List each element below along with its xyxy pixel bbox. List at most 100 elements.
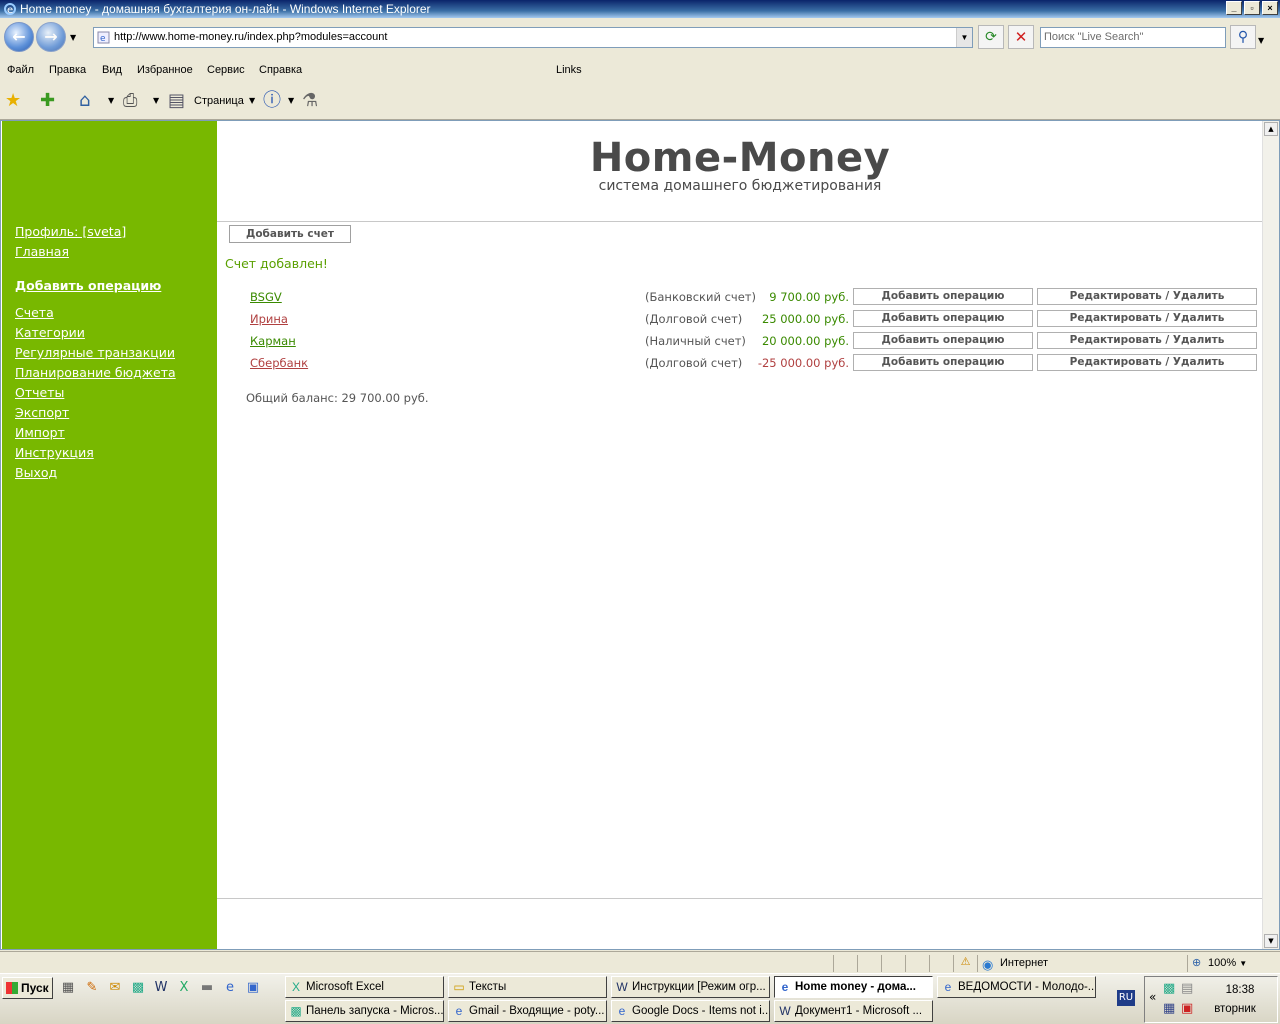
help-icon[interactable]: ⓘ [263, 89, 281, 113]
sidebar-item-import[interactable]: Импорт [15, 425, 65, 440]
zoom-level: 100% [1208, 957, 1237, 969]
scroll-down-icon[interactable]: ▼ [1264, 934, 1278, 948]
account-name-link[interactable]: Карман [250, 334, 296, 348]
back-button[interactable]: ← [4, 22, 34, 52]
address-input[interactable]: e http://www.home-money.ru/index.php?mod… [93, 27, 973, 48]
page-icon[interactable]: ▤ [168, 89, 185, 113]
taskbar-item-instructions[interactable]: W Инструкции [Режим огр... [611, 976, 770, 998]
add-operation-button[interactable]: Добавить операцию [853, 354, 1033, 371]
quicklaunch-excel-icon[interactable]: ▩ [130, 980, 146, 996]
edit-delete-button[interactable]: Редактировать / Удалить [1037, 288, 1257, 305]
svg-text:e: e [100, 34, 106, 44]
print-dropdown-icon[interactable]: ▼ [153, 89, 159, 113]
taskbar-item-home-money[interactable]: e Home money - дома... [774, 976, 933, 998]
add-favorite-icon[interactable]: ✚ [40, 89, 55, 113]
menu-help[interactable]: Справка [259, 64, 302, 76]
page-dropdown-icon[interactable]: ▼ [249, 89, 255, 113]
tray-app-icon[interactable]: ▤ [1181, 981, 1193, 996]
home-dropdown-icon[interactable]: ▼ [108, 89, 114, 113]
protected-mode-icon[interactable]: ⚠ [953, 955, 977, 972]
sidebar-item-budget-planning[interactable]: Планирование бюджета [15, 365, 176, 380]
menu-edit[interactable]: Правка [49, 64, 86, 76]
add-operation-button[interactable]: Добавить операцию [853, 310, 1033, 327]
quicklaunch-outlook-icon[interactable]: ✉ [107, 980, 123, 996]
add-account-button[interactable]: Добавить счет [229, 225, 351, 243]
print-icon[interactable]: ⎙ [123, 89, 137, 113]
account-name-link[interactable]: Ирина [250, 312, 288, 326]
sidebar-add-operation-link[interactable]: Добавить операцию [15, 278, 161, 293]
forward-button[interactable]: → [36, 22, 66, 52]
status-cell [905, 955, 929, 972]
zoom-icon: ⊕ [1192, 957, 1202, 969]
page-menu[interactable]: Страница [194, 89, 244, 113]
links-label[interactable]: Links [556, 64, 582, 76]
network-icon[interactable]: ▦ [1163, 1001, 1175, 1016]
sidebar-item-logout[interactable]: Выход [15, 465, 57, 480]
close-button[interactable]: × [1262, 1, 1278, 15]
quicklaunch-paint-icon[interactable]: ✎ [84, 980, 100, 996]
home-icon[interactable]: ⌂ [79, 89, 90, 113]
quicklaunch-calculator-icon[interactable]: ▦ [60, 980, 76, 996]
maximize-button[interactable]: ▫ [1244, 1, 1260, 15]
address-dropdown-icon[interactable]: ▼ [956, 28, 972, 47]
taskbar-item-document1[interactable]: W Документ1 - Microsoft ... [774, 1000, 933, 1022]
start-button[interactable]: Пуск [2, 977, 53, 999]
quicklaunch-ie-icon[interactable]: e [222, 980, 238, 996]
vertical-scrollbar[interactable]: ▲ ▼ [1262, 121, 1279, 949]
edit-delete-button[interactable]: Редактировать / Удалить [1037, 332, 1257, 349]
menu-file[interactable]: Файл [7, 64, 34, 76]
start-label: Пуск [21, 981, 49, 995]
excel-icon: ▩ [290, 1004, 302, 1018]
clock-time[interactable]: 18:38 [1205, 984, 1275, 996]
quicklaunch-drive-icon[interactable]: ▬ [199, 980, 215, 996]
quicklaunch-desktop-icon[interactable]: ▣ [245, 980, 261, 996]
search-input[interactable]: Поиск "Live Search" [1040, 27, 1226, 48]
menu-tools[interactable]: Сервис [207, 64, 245, 76]
sidebar-item-accounts[interactable]: Счета [15, 305, 54, 320]
add-operation-button[interactable]: Добавить операцию [853, 288, 1033, 305]
history-dropdown-icon[interactable]: ▼ [70, 33, 76, 42]
zoom-dropdown-icon[interactable]: ▼ [1239, 959, 1247, 968]
tray-alert-icon[interactable]: ▣ [1181, 1001, 1193, 1016]
taskbar-item-vedomosti[interactable]: e ВЕДОМОСТИ - Молодо-... [937, 976, 1096, 998]
help-dropdown-icon[interactable]: ▼ [288, 89, 294, 113]
taskbar-item-texts[interactable]: ▭ Тексты [448, 976, 607, 998]
account-type: (Долговой счет) [645, 356, 743, 370]
favorites-star-icon[interactable]: ★ [5, 89, 21, 113]
taskbar-item-excel[interactable]: X Microsoft Excel [285, 976, 444, 998]
add-operation-button[interactable]: Добавить операцию [853, 332, 1033, 349]
quicklaunch-excel2-icon[interactable]: X [176, 980, 192, 996]
folder-icon: ▭ [453, 980, 465, 994]
sidebar-profile-link[interactable]: Профиль: [sveta] [15, 224, 126, 239]
stop-button[interactable]: ✕ [1008, 25, 1034, 49]
language-indicator[interactable]: RU [1117, 990, 1135, 1006]
search-options-icon[interactable]: ▼ [1258, 36, 1264, 45]
sidebar-item-instructions[interactable]: Инструкция [15, 445, 94, 460]
search-icon[interactable]: ⚲ [1230, 25, 1256, 49]
sidebar-home-link[interactable]: Главная [15, 244, 69, 259]
menu-favorites[interactable]: Избранное [137, 64, 193, 76]
command-toolbar: ★ ✚ ⌂ ▼ ⎙ ▼ ▤ Страница ▼ ⓘ ▼ ⚗ [0, 82, 1280, 120]
account-name-link[interactable]: Сбербанк [250, 356, 308, 370]
sidebar-item-regular-transactions[interactable]: Регулярные транзакции [15, 345, 175, 360]
quicklaunch-word-icon[interactable]: W [153, 980, 169, 996]
edit-delete-button[interactable]: Редактировать / Удалить [1037, 310, 1257, 327]
tray-app-icon[interactable]: ▩ [1163, 981, 1175, 996]
taskbar-item-google-docs[interactable]: e Google Docs - Items not i... [611, 1000, 770, 1022]
zone-indicator[interactable]: ◉ Интернет [977, 955, 1185, 972]
taskbar-item-launch-panel[interactable]: ▩ Панель запуска - Micros... [285, 1000, 444, 1022]
account-name-link[interactable]: BSGV [250, 290, 282, 304]
scroll-up-icon[interactable]: ▲ [1264, 122, 1278, 136]
research-icon[interactable]: ⚗ [302, 89, 318, 113]
minimize-button[interactable]: _ [1226, 1, 1242, 15]
tray-expand-icon[interactable]: « [1149, 990, 1156, 1004]
logo-subtitle: система домашнего бюджетирования [598, 178, 882, 194]
zoom-control[interactable]: ⊕ 100% ▼ [1187, 955, 1277, 972]
sidebar-item-categories[interactable]: Категории [15, 325, 85, 340]
sidebar-item-reports[interactable]: Отчеты [15, 385, 64, 400]
refresh-button[interactable]: ⟳ [978, 25, 1004, 49]
menu-view[interactable]: Вид [102, 64, 122, 76]
sidebar-item-export[interactable]: Экспорт [15, 405, 69, 420]
edit-delete-button[interactable]: Редактировать / Удалить [1037, 354, 1257, 371]
taskbar-item-gmail[interactable]: e Gmail - Входящие - poty... [448, 1000, 607, 1022]
